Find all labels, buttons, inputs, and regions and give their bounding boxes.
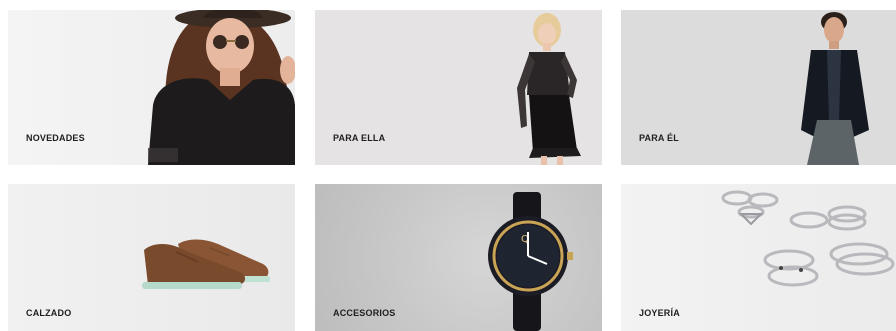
category-tile-joyeria[interactable]: JOYERÍA [621, 184, 896, 331]
category-tile-para-ella[interactable]: PARA ELLA [315, 10, 602, 165]
category-label: CALZADO [26, 308, 72, 318]
category-tile-novedades[interactable]: NOVEDADES [8, 10, 295, 165]
category-tile-para-el[interactable]: PARA ÉL [621, 10, 896, 165]
category-label: PARA ELLA [333, 133, 386, 143]
category-label: JOYERÍA [639, 308, 680, 318]
category-label: NOVEDADES [26, 133, 85, 143]
category-tile-calzado[interactable]: CALZADO [8, 184, 295, 331]
category-grid: NOVEDADES PARA ELLA PARA ÉL CALZADO Q AC… [0, 0, 896, 331]
category-tile-accesorios[interactable]: Q ACCESORIOS [315, 184, 602, 331]
category-label: ACCESORIOS [333, 308, 396, 318]
category-label: PARA ÉL [639, 133, 679, 143]
